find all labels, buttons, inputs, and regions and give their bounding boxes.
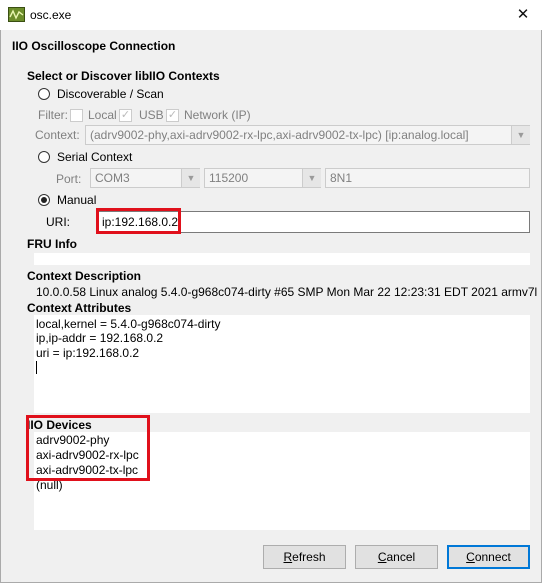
local-label: Local: [88, 108, 117, 122]
usb-label: USB: [139, 108, 164, 122]
refresh-button[interactable]: Refresh: [263, 545, 346, 569]
local-checkbox[interactable]: [70, 109, 83, 122]
serial-radio[interactable]: [38, 151, 50, 163]
serial-format-value: 8N1: [330, 171, 353, 185]
fru-info-panel: [34, 253, 530, 265]
fru-info-title: FRU Info: [27, 237, 77, 251]
dialog-heading: IIO Oscilloscope Connection: [12, 39, 176, 53]
context-attributes-panel[interactable]: local,kernel = 5.4.0-g968c074-dirty ip,i…: [34, 315, 530, 413]
uri-highlight-box: [96, 208, 181, 234]
context-attributes-title: Context Attributes: [27, 301, 132, 315]
context-description-title: Context Description: [27, 269, 142, 283]
serial-label[interactable]: Serial Context: [57, 150, 132, 164]
context-combo[interactable]: (adrv9002-phy,axi-adrv9002-rx-lpc,axi-ad…: [85, 125, 530, 145]
port-label: Port:: [56, 172, 82, 186]
manual-radio[interactable]: [38, 194, 50, 206]
connect-button[interactable]: Connect: [447, 545, 530, 569]
cancel-button[interactable]: Cancel: [355, 545, 438, 569]
select-contexts-title: Select or Discover libIIO Contexts: [27, 69, 220, 83]
uri-label: URI:: [46, 215, 70, 229]
oscilloscope-app-icon: [8, 7, 25, 22]
attribute-line: local,kernel = 5.4.0-g968c074-dirty: [36, 317, 221, 331]
devices-highlight-box: [26, 415, 150, 481]
chevron-down-icon[interactable]: ▼: [181, 169, 200, 187]
discoverable-label[interactable]: Discoverable / Scan: [57, 87, 164, 101]
port-value: COM3: [95, 171, 130, 185]
attribute-line: uri = ip:192.168.0.2: [36, 346, 140, 360]
manual-label[interactable]: Manual: [57, 193, 96, 207]
discoverable-radio[interactable]: [38, 88, 50, 100]
attribute-line: ip,ip-addr = 192.168.0.2: [36, 331, 164, 345]
context-label: Context:: [35, 128, 80, 142]
text-cursor: [36, 361, 37, 374]
window-title: osc.exe: [30, 8, 72, 22]
chevron-down-icon[interactable]: ▼: [302, 169, 321, 187]
baud-value: 115200: [209, 171, 249, 185]
title-bar: [0, 0, 542, 30]
network-checkbox[interactable]: ✓: [166, 109, 179, 122]
context-value: (adrv9002-phy,axi-adrv9002-rx-lpc,axi-ad…: [90, 128, 469, 142]
serial-format-field[interactable]: 8N1: [325, 168, 530, 188]
context-description-text: 10.0.0.58 Linux analog 5.4.0-g968c074-di…: [36, 285, 538, 299]
chevron-down-icon[interactable]: ▼: [511, 126, 530, 144]
network-label: Network (IP): [184, 108, 251, 122]
filter-label: Filter:: [38, 108, 68, 122]
usb-checkbox[interactable]: ✓: [119, 109, 132, 122]
close-icon[interactable]: ✕: [511, 4, 535, 26]
